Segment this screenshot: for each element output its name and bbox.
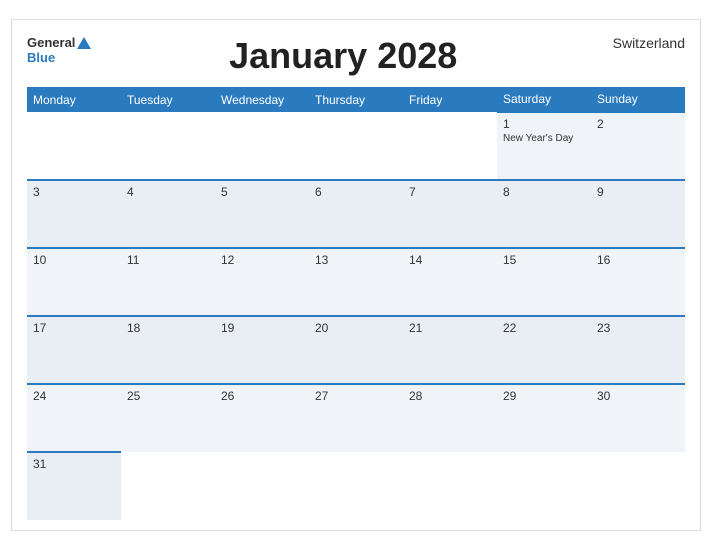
calendar-day-cell: 9 (591, 180, 685, 248)
calendar-day-cell: 5 (215, 180, 309, 248)
calendar-day-cell: 18 (121, 316, 215, 384)
calendar-day-cell: 21 (403, 316, 497, 384)
calendar-day-cell: 10 (27, 248, 121, 316)
country-label: Switzerland (595, 35, 685, 51)
holiday-label: New Year's Day (503, 133, 585, 144)
day-number: 31 (33, 457, 115, 471)
calendar-day-cell: 3 (27, 180, 121, 248)
day-number: 13 (315, 253, 397, 267)
calendar-day-cell: 1 New Year's Day (497, 112, 591, 180)
calendar-week-row: 17 18 19 20 21 22 23 (27, 316, 685, 384)
day-number: 18 (127, 321, 209, 335)
calendar-day-cell: 2 (591, 112, 685, 180)
day-number: 27 (315, 389, 397, 403)
logo-area: General Blue (27, 35, 91, 65)
calendar-day-cell: 13 (309, 248, 403, 316)
day-number: 28 (409, 389, 491, 403)
day-number: 3 (33, 185, 115, 199)
calendar-day-cell (591, 452, 685, 520)
weekday-header: Saturday (497, 87, 591, 112)
day-number: 17 (33, 321, 115, 335)
calendar-header: General Blue January 2028 Switzerland (27, 35, 685, 77)
calendar-grid: MondayTuesdayWednesdayThursdayFridaySatu… (27, 87, 685, 520)
day-number: 5 (221, 185, 303, 199)
day-number: 20 (315, 321, 397, 335)
calendar-day-cell (215, 112, 309, 180)
calendar-day-cell: 14 (403, 248, 497, 316)
calendar-week-row: 31 (27, 452, 685, 520)
calendar-day-cell: 11 (121, 248, 215, 316)
calendar-week-row: 10 11 12 13 14 15 16 (27, 248, 685, 316)
logo-blue: Blue (27, 50, 55, 65)
calendar-day-cell: 24 (27, 384, 121, 452)
calendar-day-cell: 16 (591, 248, 685, 316)
day-number: 21 (409, 321, 491, 335)
calendar-day-cell (121, 452, 215, 520)
day-number: 14 (409, 253, 491, 267)
day-number: 24 (33, 389, 115, 403)
calendar-title: January 2028 (91, 35, 595, 77)
day-number: 22 (503, 321, 585, 335)
day-number: 16 (597, 253, 679, 267)
weekday-header: Tuesday (121, 87, 215, 112)
calendar-day-cell: 8 (497, 180, 591, 248)
day-number: 25 (127, 389, 209, 403)
calendar-day-cell: 12 (215, 248, 309, 316)
weekday-header-row: MondayTuesdayWednesdayThursdayFridaySatu… (27, 87, 685, 112)
day-number: 11 (127, 253, 209, 267)
calendar-day-cell: 26 (215, 384, 309, 452)
calendar-day-cell: 19 (215, 316, 309, 384)
day-number: 10 (33, 253, 115, 267)
weekday-header: Friday (403, 87, 497, 112)
calendar-day-cell: 15 (497, 248, 591, 316)
day-number: 29 (503, 389, 585, 403)
calendar-day-cell: 20 (309, 316, 403, 384)
calendar-day-cell: 17 (27, 316, 121, 384)
calendar-day-cell: 4 (121, 180, 215, 248)
day-number: 19 (221, 321, 303, 335)
calendar-day-cell: 7 (403, 180, 497, 248)
day-number: 23 (597, 321, 679, 335)
day-number: 9 (597, 185, 679, 199)
weekday-header: Monday (27, 87, 121, 112)
calendar-container: General Blue January 2028 Switzerland Mo… (11, 19, 701, 531)
calendar-day-cell: 28 (403, 384, 497, 452)
day-number: 30 (597, 389, 679, 403)
logo-triangle-icon (77, 37, 91, 49)
calendar-day-cell: 27 (309, 384, 403, 452)
calendar-week-row: 1 New Year's Day 2 (27, 112, 685, 180)
day-number: 4 (127, 185, 209, 199)
day-number: 6 (315, 185, 397, 199)
day-number: 12 (221, 253, 303, 267)
weekday-header: Sunday (591, 87, 685, 112)
calendar-day-cell (309, 452, 403, 520)
calendar-week-row: 3456789 (27, 180, 685, 248)
calendar-day-cell (403, 452, 497, 520)
day-number: 7 (409, 185, 491, 199)
logo-general: General (27, 35, 75, 50)
weekday-header: Thursday (309, 87, 403, 112)
calendar-day-cell: 23 (591, 316, 685, 384)
calendar-day-cell (497, 452, 591, 520)
day-number: 26 (221, 389, 303, 403)
calendar-day-cell (121, 112, 215, 180)
calendar-week-row: 24 25 26 27 28 29 30 (27, 384, 685, 452)
calendar-day-cell: 6 (309, 180, 403, 248)
weekday-header: Wednesday (215, 87, 309, 112)
day-number: 15 (503, 253, 585, 267)
calendar-day-cell (27, 112, 121, 180)
calendar-day-cell: 25 (121, 384, 215, 452)
day-number: 8 (503, 185, 585, 199)
calendar-day-cell: 29 (497, 384, 591, 452)
calendar-day-cell (309, 112, 403, 180)
calendar-day-cell: 22 (497, 316, 591, 384)
calendar-day-cell: 31 (27, 452, 121, 520)
calendar-day-cell (215, 452, 309, 520)
calendar-day-cell: 30 (591, 384, 685, 452)
day-number: 1 (503, 117, 585, 131)
day-number: 2 (597, 117, 679, 131)
calendar-day-cell (403, 112, 497, 180)
